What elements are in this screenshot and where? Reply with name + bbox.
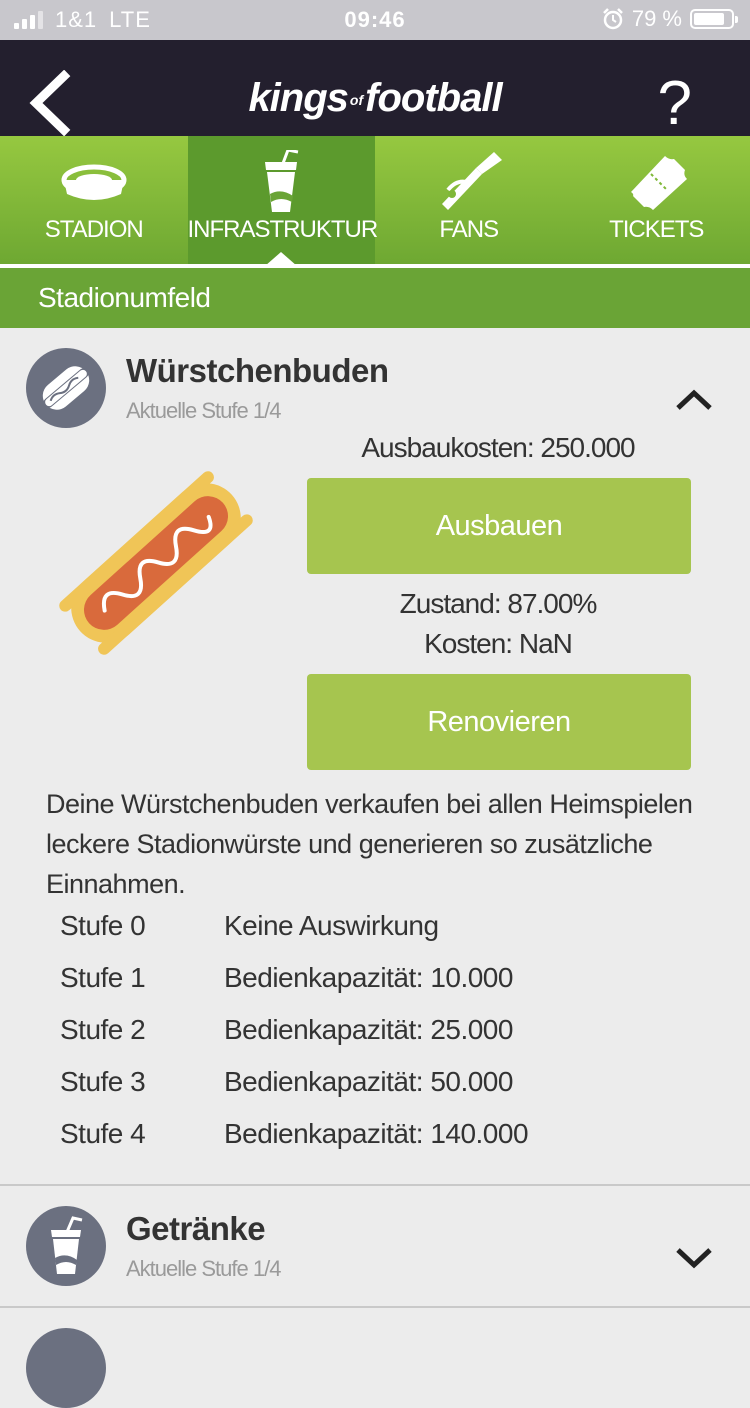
upgrade-cost: Ausbaukosten: 250.000 [306, 432, 690, 464]
app-logo: kingsoffootball [0, 76, 750, 121]
level-row: Stufe 4 Bedienkapazität: 140.000 [60, 1118, 528, 1170]
level-row: Stufe 3 Bedienkapazität: 50.000 [60, 1066, 528, 1118]
help-button[interactable]: ? [658, 73, 692, 135]
tab-stadion[interactable]: STADION [0, 136, 188, 264]
drink-cup-icon [246, 150, 316, 212]
tab-infrastruktur[interactable]: INFRASTRUKTUR [188, 136, 376, 264]
item-title: Würstchenbuden [126, 352, 389, 390]
level-effect: Bedienkapazität: 25.000 [224, 1014, 513, 1066]
section-header: Stadionumfeld [0, 268, 750, 328]
battery-percent: 79 % [632, 6, 682, 32]
item-description: Deine Würstchenbuden verkaufen bei allen… [46, 784, 726, 904]
renovate-button[interactable]: Renovieren [307, 674, 691, 770]
app-header: kingsoffootball ? [0, 40, 750, 136]
item-title: Getränke [126, 1210, 265, 1248]
item-icon-badge [26, 348, 106, 428]
level-effect: Keine Auswirkung [224, 910, 439, 962]
level-effect: Bedienkapazität: 10.000 [224, 962, 513, 1014]
level-name: Stufe 2 [60, 1014, 224, 1066]
upgrade-button[interactable]: Ausbauen [307, 478, 691, 574]
category-tabs: STADION INFRASTRUKTUR FANS TICKETS [0, 136, 750, 264]
item-icon-badge [26, 1328, 106, 1408]
drink-cup-icon [26, 1206, 106, 1286]
ticket-icon [621, 150, 691, 212]
tab-fans[interactable]: FANS [375, 136, 563, 264]
section-title: Stadionumfeld [38, 282, 211, 314]
tab-tickets[interactable]: TICKETS [563, 136, 750, 264]
hotdog-illustration [58, 470, 254, 656]
status-bar: 1&1 LTE 09:46 79 % [0, 0, 750, 40]
tab-label: TICKETS [563, 216, 750, 244]
tab-label: FANS [375, 216, 563, 244]
chevron-up-icon[interactable] [674, 388, 714, 412]
item-level: Aktuelle Stufe 1/4 [126, 1256, 280, 1282]
level-row: Stufe 0 Keine Auswirkung [60, 910, 528, 962]
level-row: Stufe 1 Bedienkapazität: 10.000 [60, 962, 528, 1014]
tab-label: INFRASTRUKTUR [188, 216, 376, 244]
level-name: Stufe 3 [60, 1066, 224, 1118]
alarm-icon [602, 8, 624, 30]
hotdog-icon [26, 348, 106, 428]
tab-label: STADION [0, 216, 188, 244]
status-right: 79 % [602, 6, 734, 32]
level-name: Stufe 1 [60, 962, 224, 1014]
item-divider [0, 1306, 750, 1308]
level-name: Stufe 0 [60, 910, 224, 962]
horn-icon [434, 150, 504, 212]
level-row: Stufe 2 Bedienkapazität: 25.000 [60, 1014, 528, 1066]
item-divider [0, 1184, 750, 1186]
level-effect: Bedienkapazität: 140.000 [224, 1118, 528, 1170]
chevron-down-icon[interactable] [674, 1246, 714, 1270]
level-table: Stufe 0 Keine Auswirkung Stufe 1 Bedienk… [60, 910, 528, 1170]
level-name: Stufe 4 [60, 1118, 224, 1170]
item-icon-badge [26, 1206, 106, 1286]
battery-icon [690, 9, 734, 29]
stadium-icon [59, 150, 129, 212]
condition-text: Zustand: 87.00% [306, 588, 690, 620]
item-level: Aktuelle Stufe 1/4 [126, 398, 280, 424]
level-effect: Bedienkapazität: 50.000 [224, 1066, 513, 1118]
renovation-cost: Kosten: NaN [306, 628, 690, 660]
